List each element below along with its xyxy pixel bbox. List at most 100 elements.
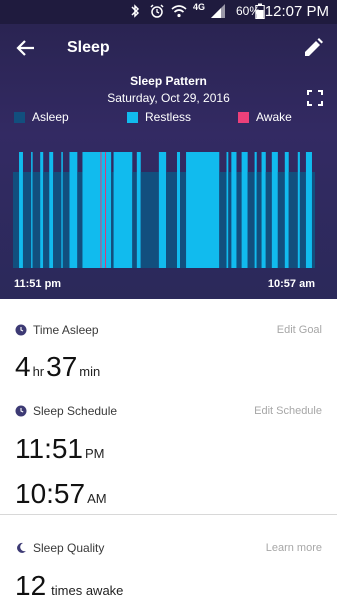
page-title: Sleep (67, 39, 110, 56)
legend-restless: Restless (127, 110, 191, 124)
sleep-segment-asleep (247, 172, 255, 268)
sleep-quality-header: Sleep Quality (15, 541, 104, 555)
sleep-segment-restless (176, 152, 181, 268)
bluetooth-icon (131, 4, 140, 18)
sleep-segment-restless (226, 152, 229, 268)
legend-awake: Awake (238, 110, 292, 124)
sleep-segment-asleep (299, 172, 306, 268)
sleep-segment-restless (186, 152, 220, 268)
clock-icon (15, 405, 27, 417)
axis-start-label: 11:51 pm (14, 278, 62, 290)
sleep-segment-restless (241, 152, 248, 268)
legend-label: Asleep (32, 110, 69, 124)
legend-swatch-asleep (14, 111, 25, 123)
time-asleep-section: Time Asleep Edit Goal 4 hr37 min (0, 299, 337, 391)
learn-more-link[interactable]: Learn more (266, 542, 322, 554)
sleep-pattern-chart (13, 152, 315, 268)
sleep-header: Sleep Sleep Pattern Saturday, Oct 29, 20… (0, 24, 337, 299)
legend-label: Awake (256, 110, 292, 124)
sleep-segment-restless (69, 152, 78, 268)
sleep-segment-asleep (140, 172, 159, 268)
awake-count: 12 (15, 570, 47, 601)
hours-value: 4 (15, 351, 31, 382)
network-type: 4G (193, 2, 206, 12)
time-asleep-value: 4 hr37 min (15, 351, 102, 383)
sleep-segment-asleep (77, 172, 83, 268)
waketime-time: 10:57 (15, 478, 86, 509)
sleep-segment-asleep (256, 172, 262, 268)
sleep-schedule-section: Sleep Schedule Edit Schedule 11:51 PM 10:… (0, 391, 337, 514)
wifi-icon (171, 5, 187, 18)
sleep-schedule-label: Sleep Schedule (33, 404, 118, 418)
sleep-quality-label: Sleep Quality (33, 541, 105, 555)
edit-schedule-link[interactable]: Edit Schedule (254, 405, 322, 417)
bedtime-time: 11:51 (15, 433, 83, 464)
sleep-schedule-header: Sleep Schedule (15, 404, 117, 418)
moon-clock-icon (15, 324, 27, 336)
sleep-segment-restless (82, 152, 101, 268)
sleep-quality-section: Sleep Quality Learn more 12 times awake (0, 515, 337, 602)
sleep-segment-asleep (43, 172, 50, 268)
awake-unit: times awake (51, 583, 124, 598)
sleep-segment-restless (19, 152, 23, 268)
waketime-value: 10:57 AM (15, 478, 109, 510)
sleep-segment-awake (100, 152, 102, 268)
sleep-segment-restless (284, 152, 289, 268)
alarm-icon (150, 4, 164, 18)
sleep-segment-restless (113, 152, 133, 268)
back-arrow-icon[interactable] (14, 36, 38, 60)
chart-title: Sleep Pattern (130, 74, 207, 88)
minutes-unit: min (79, 364, 101, 379)
sleep-segment-asleep (62, 172, 70, 268)
sleep-segment-restless (297, 152, 300, 268)
battery-icon (255, 3, 265, 19)
sleep-segment-asleep (277, 172, 285, 268)
sleep-segment-restless (231, 152, 237, 268)
chart-date: Saturday, Oct 29, 2016 (107, 91, 230, 105)
legend-swatch-restless (127, 111, 138, 123)
bedtime-value: 11:51 PM (15, 433, 107, 465)
signal-icon (211, 4, 225, 18)
status-time: 12:07 PM (264, 3, 329, 20)
time-asleep-label: Time Asleep (33, 323, 99, 337)
sleep-segment-restless (101, 152, 106, 268)
edit-goal-link[interactable]: Edit Goal (277, 324, 322, 336)
waketime-ampm: AM (87, 491, 107, 506)
sleep-segment-asleep (22, 172, 32, 268)
time-asleep-header: Time Asleep (15, 323, 99, 337)
sleep-segment-asleep (288, 172, 298, 268)
bedtime-ampm: PM (85, 446, 105, 461)
minutes-value: 37 (46, 351, 78, 382)
sleep-segment-asleep (13, 172, 20, 268)
hours-unit: hr (32, 364, 45, 379)
sleep-segment-restless (106, 152, 112, 268)
sleep-segment-asleep (53, 172, 62, 268)
status-bar: 4G 60% 12:07 PM (0, 0, 337, 24)
sleep-segment-asleep (265, 172, 272, 268)
axis-end-label: 10:57 am (267, 278, 315, 290)
sleep-segment-asleep (166, 172, 177, 268)
times-awake-value: 12 times awake (15, 570, 125, 602)
sleep-segment-restless (261, 152, 266, 268)
sleep-segment-restless (254, 152, 257, 268)
sleep-segment-restless (271, 152, 278, 268)
moon-icon (17, 542, 26, 553)
sleep-segment-restless (136, 152, 141, 268)
sleep-segment-asleep (236, 172, 242, 268)
sleep-segment-asleep (228, 172, 232, 268)
sleep-segment-restless (31, 152, 33, 268)
legend-swatch-awake (238, 111, 249, 123)
sleep-segment-awake (105, 152, 107, 268)
sleep-segment-asleep (311, 172, 315, 268)
legend-label: Restless (145, 110, 192, 124)
pencil-icon[interactable] (301, 36, 325, 60)
legend-asleep: Asleep (14, 110, 69, 124)
sleep-segment-restless (305, 152, 312, 268)
sleep-segment-asleep (219, 172, 227, 268)
sleep-segment-restless (61, 152, 63, 268)
sleep-segment-asleep (32, 172, 41, 268)
sleep-segment-restless (49, 152, 54, 268)
sleep-segment-asleep (111, 172, 114, 268)
sleep-segment-asleep (180, 172, 187, 268)
fullscreen-icon[interactable] (307, 90, 323, 106)
